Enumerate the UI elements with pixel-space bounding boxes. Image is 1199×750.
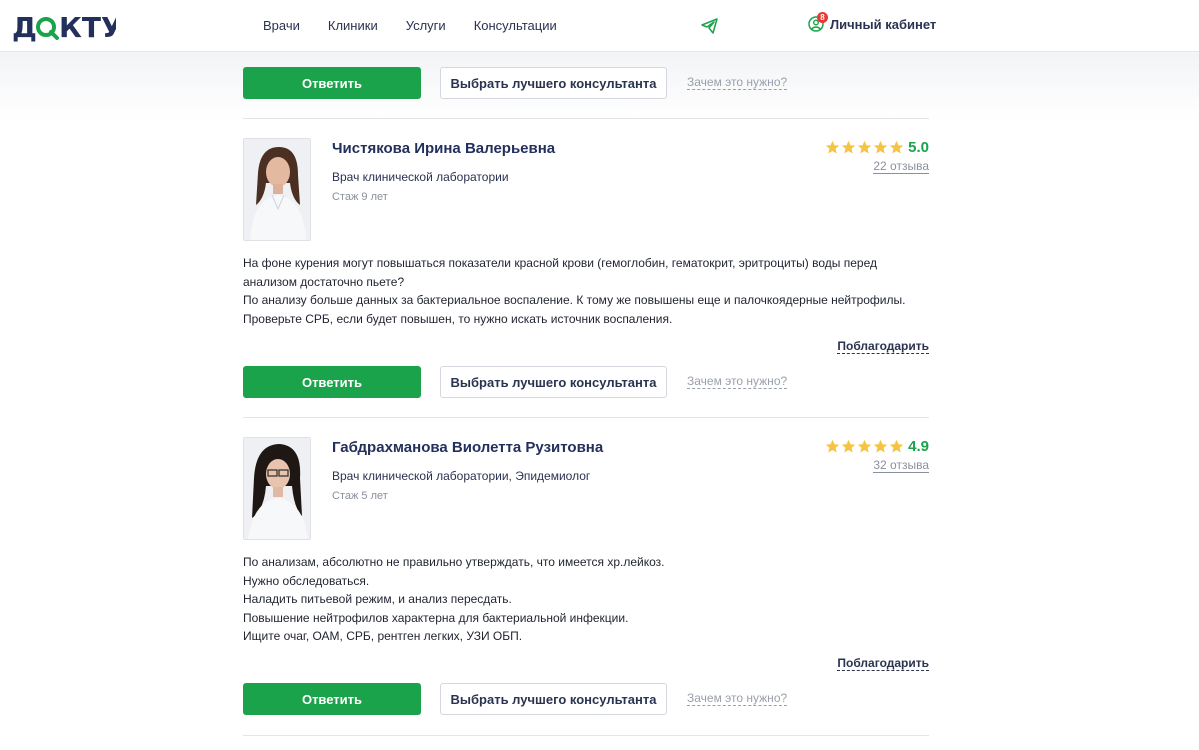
answer-actions: Ответить Выбрать лучшего консультанта За… [243,67,929,99]
choose-best-consultant-button[interactable]: Выбрать лучшего консультанта [440,683,667,715]
answer-line: Повышение нейтрофилов характерна для бак… [243,610,629,625]
doctor-photo[interactable] [243,437,311,540]
answer-line: По анализам, абсолютно не правильно утве… [243,555,665,569]
nav-item-consultations[interactable]: Консультации [474,18,557,33]
star-icon [857,439,872,453]
divider [243,417,929,418]
doctor-experience: Стаж 5 лет [332,490,388,502]
personal-cabinet-link[interactable]: 8 Личный кабинет [808,12,937,32]
logo-mark: Д КТУ [12,12,116,42]
answer-text: На фоне курения могут повышаться показат… [243,254,929,328]
star-icon [841,140,856,154]
star-icon [889,439,904,453]
answer-text: По анализам, абсолютно не правильно утве… [243,553,929,646]
notification-badge: 8 [817,12,828,23]
doctor-photo[interactable] [243,138,311,241]
site-header: Д КТУ Врачи Клиники Услуги Консультации … [0,0,1199,52]
answer-line: Проверьте СРБ, если будет повышен, то ну… [243,311,673,326]
answer-actions: Ответить Выбрать лучшего консультанта За… [243,683,929,715]
doctor-experience: Стаж 9 лет [332,191,388,203]
doctor-specialty: Врач клинической лаборатории [332,170,509,184]
doctor-name[interactable]: Чистякова Ирина Валерьевна [332,140,555,157]
thank-link[interactable]: Поблагодарить [837,657,929,671]
answer-actions: Ответить Выбрать лучшего консультанта За… [243,366,929,398]
svg-text:КТУ: КТУ [59,12,116,42]
star-icon [825,140,840,154]
user-icon: 8 [808,12,828,32]
answer-line: Ищите очаг, ОАМ, СРБ, рентген легких, УЗ… [243,629,523,643]
doctor-name[interactable]: Габдрахманова Виолетта Рузитовна [332,439,603,456]
answer-line: анализом достаточно пьете? [243,274,405,289]
telegram-icon[interactable] [701,18,719,34]
star-icon [873,439,888,453]
divider [243,735,929,736]
dokty-logo[interactable]: Д КТУ [12,11,116,43]
rating-value: 5.0 [908,139,929,156]
choose-best-consultant-button[interactable]: Выбрать лучшего консультанта [440,366,667,398]
why-needed-link[interactable]: Зачем это нужно? [687,374,788,389]
doctor-rating: 4.9 [824,438,929,455]
answer-button[interactable]: Ответить [243,366,421,398]
answer-line: Нужно обследоваться. [243,573,370,588]
main-nav: Врачи Клиники Услуги Консультации [263,18,585,33]
divider [243,118,929,119]
choose-best-consultant-button[interactable]: Выбрать лучшего консультанта [440,67,667,99]
doctor-rating: 5.0 [824,139,929,156]
reviews-link[interactable]: 22 отзыва [873,160,929,174]
cabinet-label: Личный кабинет [830,16,937,32]
reviews-link[interactable]: 32 отзыва [873,459,929,473]
answer-button[interactable]: Ответить [243,683,421,715]
thank-link[interactable]: Поблагодарить [837,340,929,354]
star-icon [889,140,904,154]
star-icon [857,140,872,154]
answer-button[interactable]: Ответить [243,67,421,99]
star-icon [825,439,840,453]
answer-line: Наладить питьевой режим, и анализ пересд… [243,592,512,606]
nav-item-doctors[interactable]: Врачи [263,18,300,33]
rating-value: 4.9 [908,438,929,455]
svg-text:Д: Д [12,12,37,42]
star-icon [841,439,856,453]
nav-item-clinics[interactable]: Клиники [328,18,378,33]
nav-item-services[interactable]: Услуги [406,18,446,33]
answer-line: На фоне курения могут повышаться показат… [243,256,877,270]
why-needed-link[interactable]: Зачем это нужно? [687,75,788,90]
doctor-specialty: Врач клинической лаборатории, Эпидемиоло… [332,469,591,483]
why-needed-link[interactable]: Зачем это нужно? [687,691,788,706]
answer-line: По анализу больше данных за бактериально… [243,293,906,307]
star-icon [873,140,888,154]
